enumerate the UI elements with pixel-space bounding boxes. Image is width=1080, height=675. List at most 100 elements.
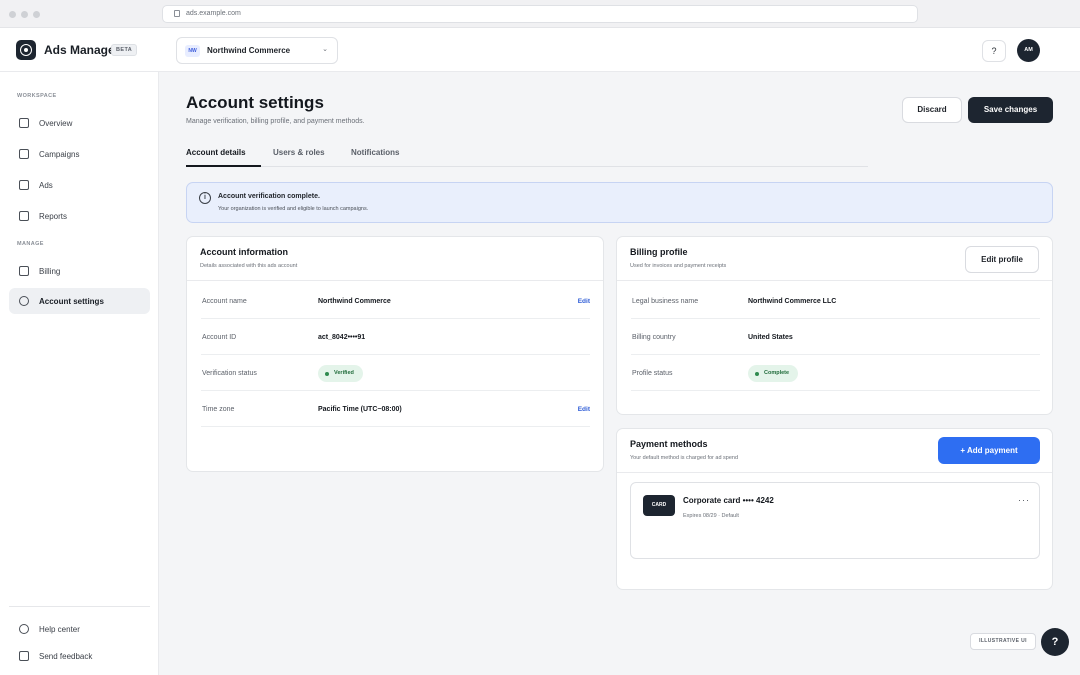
square-icon: [19, 211, 29, 221]
sidebar-item-label: Send feedback: [39, 652, 93, 661]
help-button[interactable]: ?: [982, 40, 1006, 62]
verification-alert: i Account verification complete. Your or…: [186, 182, 1053, 223]
card-divider: [187, 280, 603, 281]
discard-button[interactable]: Discard: [902, 97, 962, 123]
chevron-down-icon: ⌄: [322, 46, 328, 53]
billing-profile-card: Billing profile Used for invoices and pa…: [616, 236, 1053, 415]
row-label: Verification status: [202, 370, 257, 377]
row-label: Billing country: [632, 334, 676, 341]
save-changes-button[interactable]: Save changes: [968, 97, 1053, 123]
sidebar-item-label: Ads: [39, 181, 53, 190]
credit-card-icon: CARD: [643, 495, 675, 516]
page-subtitle: Manage verification, billing profile, an…: [186, 118, 365, 125]
sidebar-item-label: Billing: [39, 267, 61, 276]
card-subtitle: Used for invoices and payment receipts: [630, 263, 727, 269]
more-options-icon[interactable]: ···: [1018, 495, 1030, 505]
account-switcher[interactable]: NW Northwind Commerce ⌄: [176, 37, 338, 64]
address-bar[interactable]: ads.example.com: [162, 5, 918, 23]
active-tab-indicator: [186, 165, 261, 167]
tab-users-roles[interactable]: Users & roles: [273, 148, 325, 157]
help-fab-button[interactable]: ?: [1041, 628, 1069, 656]
browser-chrome: ads.example.com: [0, 0, 1080, 28]
add-payment-button[interactable]: + Add payment: [938, 437, 1040, 464]
row-label: Account name: [202, 298, 247, 305]
alert-text: Your organization is verified and eligib…: [218, 206, 369, 212]
card-subtitle: Your default method is charged for ad sp…: [630, 455, 739, 461]
sidebar-item-label: Overview: [39, 119, 73, 128]
lock-icon: [174, 10, 180, 17]
sidebar-item-send-feedback[interactable]: Send feedback: [9, 643, 150, 669]
app-logo-icon[interactable]: [16, 40, 36, 60]
row-value: Northwind Commerce: [318, 298, 391, 305]
row-value: Pacific Time (UTC−08:00): [318, 406, 402, 413]
square-icon: [19, 118, 29, 128]
square-icon: [19, 266, 29, 276]
payment-methods-card: Payment methods Your default method is c…: [616, 428, 1053, 590]
sidebar-item-help-center[interactable]: Help center: [9, 616, 150, 642]
row-value: act_8042••••91: [318, 334, 366, 341]
card-divider: [617, 280, 1052, 281]
info-icon: i: [199, 192, 211, 204]
beta-badge: BETA: [111, 44, 138, 56]
payment-method-name: Corporate card •••• 4242: [683, 496, 774, 505]
info-row-time-zone: Time zone Pacific Time (UTC−08:00) Edit: [201, 391, 590, 427]
app-name: Ads Manager: [44, 43, 120, 57]
square-icon: [19, 651, 29, 661]
info-row-account-id: Account ID act_8042••••91: [201, 319, 590, 355]
billing-row-profile-status: Profile status Complete: [631, 355, 1040, 391]
row-label: Profile status: [632, 370, 673, 377]
tab-notifications[interactable]: Notifications: [351, 148, 399, 157]
row-value: United States: [748, 334, 793, 341]
billing-row-legal-name: Legal business name Northwind Commerce L…: [631, 283, 1040, 319]
sidebar-item-label: Reports: [39, 212, 68, 221]
row-label: Legal business name: [632, 298, 699, 305]
payment-method-meta: Expires 08/29 · Default: [683, 513, 739, 519]
window-close-dot[interactable]: [9, 11, 16, 18]
sidebar-item-overview[interactable]: Overview: [9, 110, 150, 136]
circle-icon: [19, 624, 29, 634]
user-avatar[interactable]: AM: [1017, 39, 1040, 62]
row-value: Northwind Commerce LLC: [748, 298, 837, 305]
square-icon: [19, 180, 29, 190]
row-label: Account ID: [202, 334, 237, 341]
sidebar-section-workspace: WORKSPACE: [17, 93, 57, 99]
top-bar: Ads Manager BETA NW Northwind Commerce ⌄…: [0, 28, 1080, 72]
account-switcher-name: Northwind Commerce: [207, 46, 291, 55]
info-row-verification-status: Verification status Verified: [201, 355, 590, 391]
sidebar-section-manage: MANAGE: [17, 241, 44, 247]
row-label: Time zone: [202, 406, 235, 413]
sidebar: WORKSPACE Overview Campaigns Ads Reports…: [0, 72, 159, 675]
sidebar-divider: [9, 606, 150, 607]
url-text: ads.example.com: [186, 10, 241, 17]
card-title: Billing profile: [630, 247, 688, 257]
sidebar-item-label: Account settings: [39, 297, 104, 306]
card-title: Payment methods: [630, 439, 708, 449]
sidebar-item-campaigns[interactable]: Campaigns: [9, 141, 150, 167]
window-minimize-dot[interactable]: [21, 11, 28, 18]
payment-method-item[interactable]: CARD Corporate card •••• 4242 Expires 08…: [630, 482, 1040, 559]
tab-account-details[interactable]: Account details: [186, 148, 246, 157]
circle-icon: [19, 296, 29, 306]
settings-tabs: Account details Users & roles Notificati…: [186, 140, 868, 167]
sidebar-item-label: Help center: [39, 625, 80, 634]
edit-account-name-link[interactable]: Edit: [578, 298, 590, 305]
sidebar-item-ads[interactable]: Ads: [9, 172, 150, 198]
edit-profile-button[interactable]: Edit profile: [965, 246, 1039, 273]
square-icon: [19, 149, 29, 159]
card-subtitle: Details associated with this ads account: [200, 263, 298, 269]
page-title: Account settings: [186, 93, 324, 112]
illustrative-ui-tag: ILLUSTRATIVE UI: [970, 633, 1036, 650]
account-information-card: Account information Details associated w…: [186, 236, 604, 472]
edit-time-zone-link[interactable]: Edit: [578, 406, 590, 413]
account-initials-badge: NW: [185, 45, 200, 57]
info-row-account-name: Account name Northwind Commerce Edit: [201, 283, 590, 319]
window-maximize-dot[interactable]: [33, 11, 40, 18]
card-title: Account information: [200, 247, 288, 257]
sidebar-item-reports[interactable]: Reports: [9, 203, 150, 229]
sidebar-item-label: Campaigns: [39, 150, 80, 159]
status-badge: Complete: [748, 365, 799, 382]
sidebar-item-account-settings[interactable]: Account settings: [9, 288, 150, 314]
sidebar-item-billing[interactable]: Billing: [9, 258, 150, 284]
alert-title: Account verification complete.: [218, 193, 320, 200]
card-divider: [617, 472, 1052, 473]
